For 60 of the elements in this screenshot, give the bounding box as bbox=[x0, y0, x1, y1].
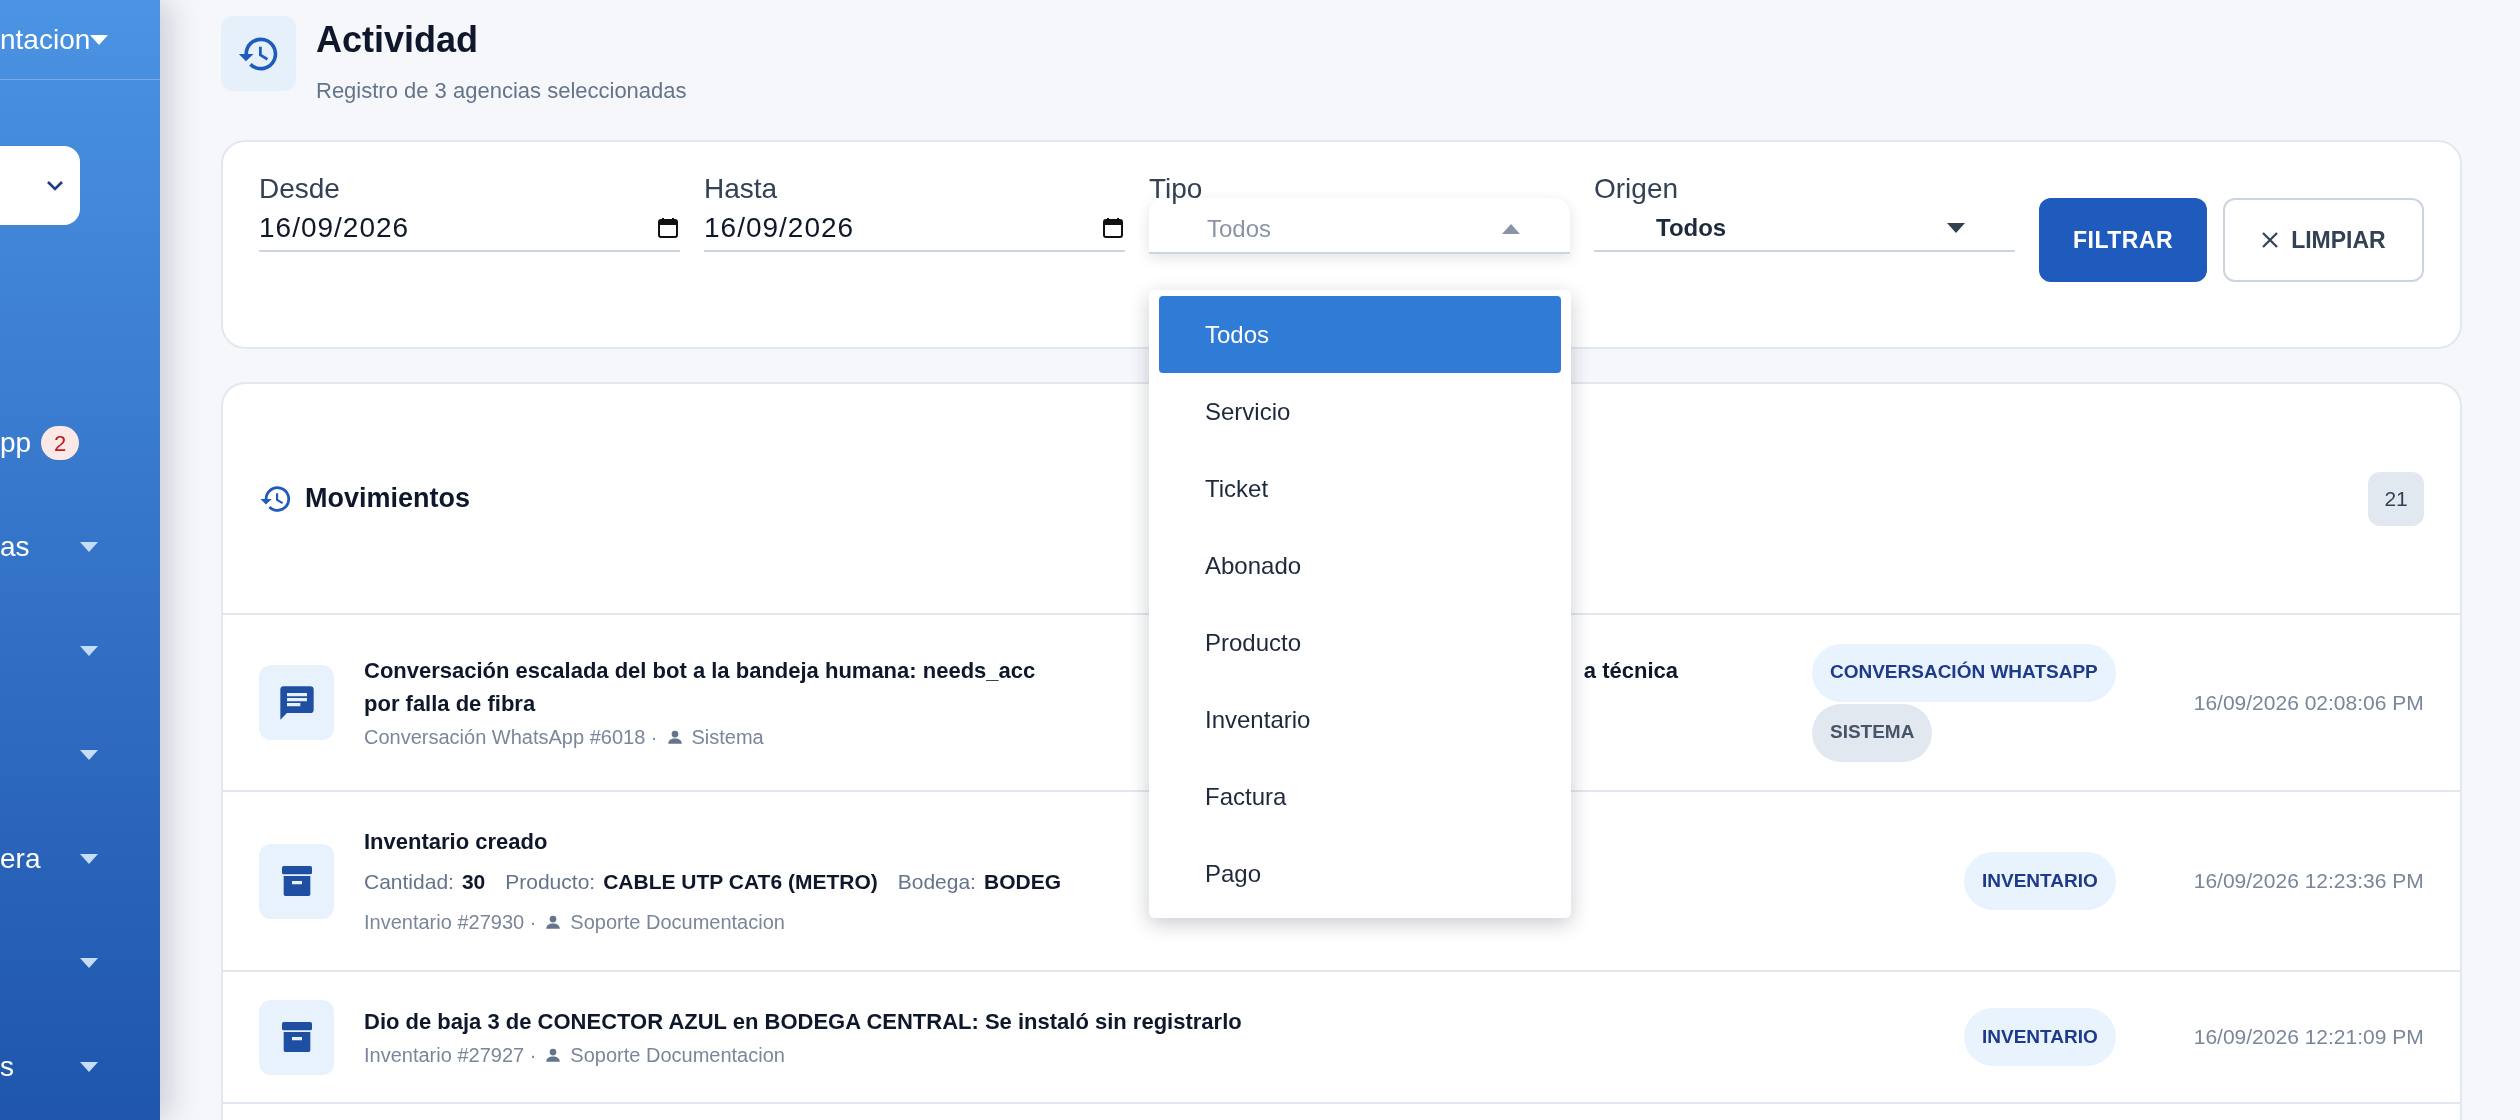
timestamp: 16/09/2026 12:21:09 PM bbox=[2192, 1024, 2424, 1051]
movement-title: Inventario creado bbox=[364, 827, 548, 856]
nav-item-label[interactable]: s bbox=[0, 1053, 14, 1081]
detail-value: CABLE UTP CAT6 (METRO) bbox=[603, 868, 878, 895]
clear-button[interactable]: LIMPIAR bbox=[2223, 198, 2424, 282]
user-name: Soporte Documentacion bbox=[570, 910, 785, 936]
timestamp: 16/09/2026 02:08:06 PM bbox=[2192, 689, 2424, 716]
filter-button[interactable]: FILTRAR bbox=[2039, 198, 2208, 282]
dropdown-option[interactable]: Abonado bbox=[1159, 527, 1561, 604]
movement-title: por falla de fibra bbox=[364, 689, 536, 718]
select-field[interactable]: Todos bbox=[1594, 206, 2015, 252]
archive-box-icon bbox=[259, 843, 334, 919]
detail-label: Cantidad: bbox=[364, 868, 454, 895]
calendar-icon bbox=[1101, 216, 1125, 240]
page-subtitle: Registro de 3 agencias seleccionadas bbox=[316, 77, 687, 105]
reference-text: Inventario #27927 · bbox=[364, 1042, 537, 1068]
reference-text: Inventario #27930 · bbox=[364, 910, 537, 936]
history-icon bbox=[221, 16, 296, 91]
user-name: Soporte Documentacion bbox=[570, 1042, 785, 1068]
caret-icon bbox=[1502, 224, 1520, 234]
detail-label: Producto: bbox=[505, 868, 596, 895]
user-name: Sistema bbox=[691, 724, 764, 750]
movement-title: a técnica bbox=[1583, 656, 1678, 685]
archive-box-icon bbox=[259, 999, 334, 1075]
nav-item-label[interactable]: pp bbox=[0, 429, 32, 457]
field-label: Desde bbox=[259, 172, 341, 206]
dropdown-option[interactable]: Todos bbox=[1159, 296, 1561, 373]
tag-badge: INVENTARIO bbox=[1963, 852, 2116, 910]
dropdown-option[interactable]: Inventario bbox=[1159, 681, 1561, 758]
detail-label: Bodega: bbox=[897, 868, 976, 895]
calendar-icon bbox=[656, 216, 680, 240]
detail-value: 30 bbox=[461, 868, 486, 895]
page-title: Actividad bbox=[316, 18, 480, 62]
movement-title: Dio de baja 3 de CONECTOR AZUL en BODEGA CENTRAL: Se instaló sin registrarlo bbox=[364, 1007, 1242, 1036]
person-icon bbox=[544, 913, 563, 932]
caret-icon bbox=[1947, 223, 1965, 233]
field-label: Hasta bbox=[704, 172, 779, 206]
section-title: Movimientos bbox=[305, 482, 471, 516]
nav-item-label[interactable]: era bbox=[0, 845, 41, 873]
tag-badge: INVENTARIO bbox=[1963, 1008, 2116, 1066]
date-field[interactable]: 16/09/2026 bbox=[259, 206, 680, 252]
agency-select[interactable] bbox=[0, 146, 80, 225]
timestamp: 16/09/2026 12:23:36 PM bbox=[2192, 868, 2424, 895]
dropdown-option[interactable]: Ticket bbox=[1159, 450, 1561, 527]
reference-text: Conversación WhatsApp #6018 · bbox=[364, 724, 658, 750]
dropdown-option[interactable]: Servicio bbox=[1159, 373, 1561, 450]
tag-badge: CONVERSACIÓN WHATSAPP bbox=[1811, 643, 2116, 702]
notification-badge: 2 bbox=[41, 426, 80, 460]
nav-item-label[interactable]: as bbox=[0, 533, 30, 561]
chat-icon bbox=[259, 665, 334, 740]
dropdown-option[interactable]: Producto bbox=[1159, 604, 1561, 681]
dropdown-option[interactable]: Pago bbox=[1159, 835, 1561, 912]
dropdown-option[interactable]: Factura bbox=[1159, 758, 1561, 835]
close-icon bbox=[2261, 231, 2280, 249]
tag-badge: SISTEMA bbox=[1811, 703, 1933, 762]
field-label: Origen bbox=[1594, 172, 1680, 206]
detail-value: BODEG bbox=[983, 868, 1061, 895]
movement-title: Conversación escalada del bot a la bandeja humana: needs_acc bbox=[364, 656, 1036, 685]
date-field[interactable]: 16/09/2026 bbox=[704, 206, 1125, 252]
count-badge: 21 bbox=[2368, 471, 2424, 526]
